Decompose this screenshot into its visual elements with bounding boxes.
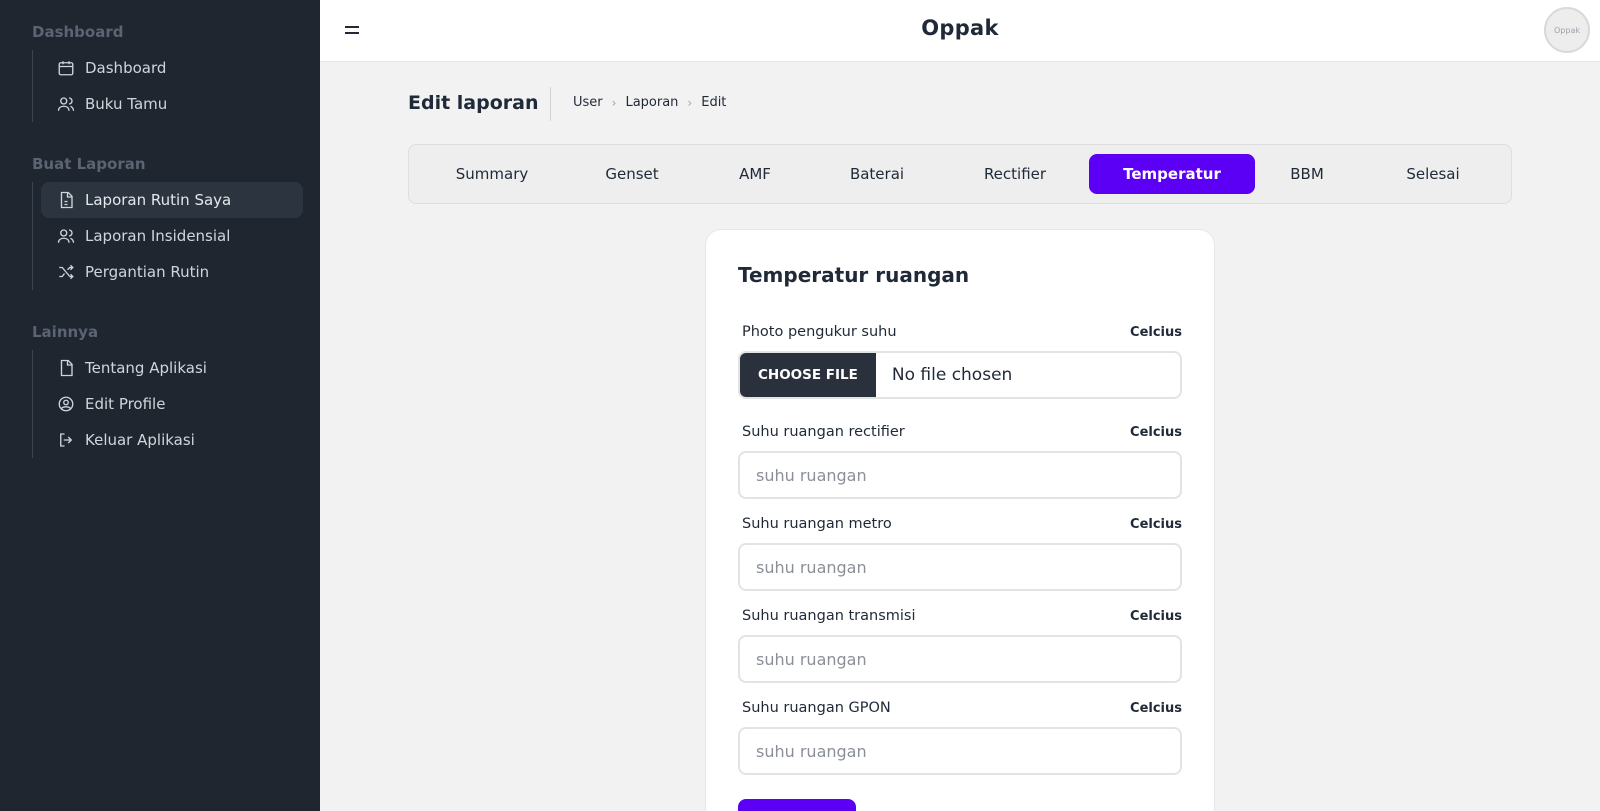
tab-temperatur[interactable]: Temperatur	[1089, 154, 1255, 194]
suhu-transmisi-input[interactable]	[738, 635, 1182, 683]
sidebar-item-keluar-aplikasi[interactable]: Keluar Aplikasi	[33, 422, 295, 458]
sidebar-group-dashboard: Dashboard Buku Tamu	[32, 50, 295, 122]
breadcrumb-user[interactable]: User	[573, 95, 603, 110]
breadcrumb: User › Laporan › Edit	[573, 95, 726, 110]
tab-amf[interactable]: AMF	[719, 154, 791, 194]
calendar-icon	[58, 61, 74, 76]
sidebar-item-label: Keluar Aplikasi	[85, 431, 195, 449]
choose-file-button[interactable]: CHOOSE FILE	[740, 353, 876, 397]
chevron-right-icon: ›	[611, 95, 617, 110]
sidebar-item-buku-tamu[interactable]: Buku Tamu	[33, 86, 295, 122]
breadcrumb-laporan[interactable]: Laporan	[625, 95, 678, 110]
sidebar: Dashboard Dashboard Buku Tamu Buat Lapor…	[0, 0, 320, 811]
sidebar-section-dashboard: Dashboard	[32, 23, 124, 41]
user-circle-icon	[58, 396, 74, 412]
sidebar-item-label: Buku Tamu	[85, 95, 168, 113]
sidebar-item-pergantian-rutin[interactable]: Pergantian Rutin	[33, 254, 295, 290]
avatar[interactable]: Oppak	[1544, 7, 1590, 53]
tab-rectifier[interactable]: Rectifier	[963, 154, 1067, 194]
users-icon	[57, 97, 75, 111]
field-label-transmisi: Suhu ruangan transmisi	[742, 608, 916, 624]
tab-genset[interactable]: Genset	[587, 154, 677, 194]
sidebar-item-label: Laporan Insidensial	[85, 227, 231, 245]
shuffle-icon	[59, 264, 74, 280]
sidebar-group-buat-laporan: Laporan Rutin Saya Laporan Insidensial P…	[32, 182, 303, 290]
top-bar: Oppak Oppak	[320, 0, 1600, 62]
sidebar-item-tentang-aplikasi[interactable]: Tentang Aplikasi	[33, 350, 295, 386]
sidebar-item-label: Pergantian Rutin	[85, 263, 210, 281]
sidebar-section-buat-laporan: Buat Laporan	[32, 155, 146, 173]
report-tabs: Summary Genset AMF Baterai Rectifier Tem…	[408, 144, 1512, 204]
suhu-gpon-input[interactable]	[738, 727, 1182, 775]
sidebar-section-lainnya: Lainnya	[32, 323, 99, 341]
sidebar-item-label: Tentang Aplikasi	[85, 359, 207, 377]
field-unit-metro: Celcius	[1130, 517, 1182, 532]
sidebar-item-edit-profile[interactable]: Edit Profile	[33, 386, 295, 422]
field-label-rectifier: Suhu ruangan rectifier	[742, 424, 905, 440]
suhu-rectifier-input[interactable]	[738, 451, 1182, 499]
sidebar-item-dashboard[interactable]: Dashboard	[33, 50, 295, 86]
field-label-metro: Suhu ruangan metro	[742, 516, 892, 532]
sidebar-item-label: Dashboard	[85, 59, 167, 77]
logout-icon	[60, 433, 73, 447]
field-label-gpon: Suhu ruangan GPON	[742, 700, 891, 716]
tab-selesai[interactable]: Selesai	[1387, 154, 1479, 194]
sidebar-item-label: Laporan Rutin Saya	[85, 191, 232, 209]
chevron-right-icon: ›	[687, 95, 693, 110]
field-unit-rectifier: Celcius	[1130, 425, 1182, 440]
tab-baterai[interactable]: Baterai	[831, 154, 923, 194]
file-status: No file chosen	[891, 365, 1013, 385]
page-title: Edit laporan	[408, 92, 539, 114]
file-icon	[60, 191, 73, 209]
photo-label: Photo pengukur suhu	[742, 324, 897, 340]
photo-file-input[interactable]: CHOOSE FILE No file chosen	[738, 351, 1182, 399]
sidebar-item-label: Edit Profile	[85, 395, 166, 413]
breadcrumb-edit: Edit	[701, 95, 727, 110]
submit-button[interactable]	[738, 799, 856, 811]
users-icon	[57, 229, 75, 243]
sidebar-item-laporan-insidensial[interactable]: Laporan Insidensial	[33, 218, 295, 254]
sidebar-group-lainnya: Tentang Aplikasi Edit Profile Keluar Apl…	[32, 350, 295, 458]
header-divider	[550, 87, 551, 121]
suhu-metro-input[interactable]	[738, 543, 1182, 591]
card-title: Temperatur ruangan	[738, 263, 970, 287]
sidebar-item-laporan-rutin-saya[interactable]: Laporan Rutin Saya	[41, 182, 303, 218]
field-unit-gpon: Celcius	[1130, 701, 1182, 716]
document-icon	[60, 359, 73, 377]
tab-summary[interactable]: Summary	[439, 154, 545, 194]
tab-bbm[interactable]: BBM	[1271, 154, 1343, 194]
photo-unit: Celcius	[1130, 325, 1182, 340]
temperature-form-card: Temperatur ruangan Photo pengukur suhu C…	[705, 229, 1215, 811]
brand-title: Oppak	[921, 16, 999, 40]
field-unit-transmisi: Celcius	[1130, 609, 1182, 624]
